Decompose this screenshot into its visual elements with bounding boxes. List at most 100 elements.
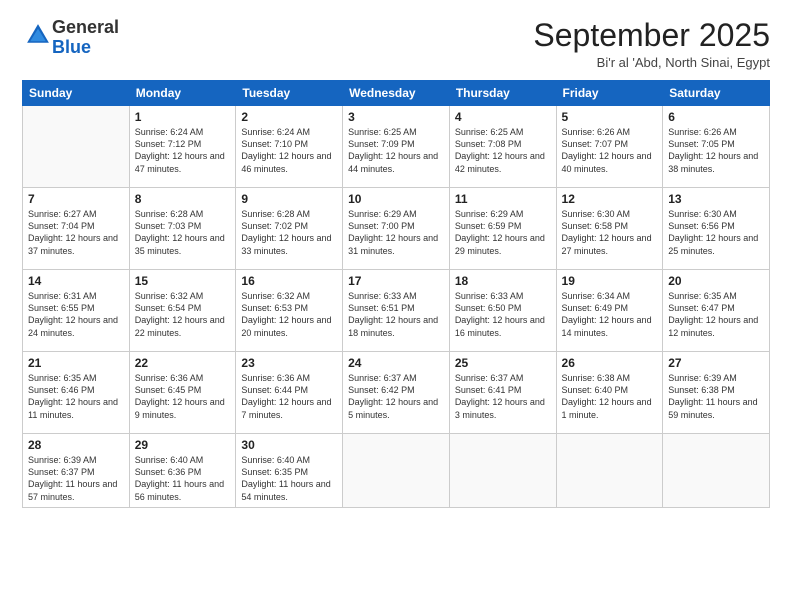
day-info: Sunrise: 6:32 AM Sunset: 6:54 PM Dayligh… <box>135 290 231 339</box>
day-info: Sunrise: 6:26 AM Sunset: 7:07 PM Dayligh… <box>562 126 658 175</box>
day-number: 13 <box>668 192 764 206</box>
table-cell: 23 Sunrise: 6:36 AM Sunset: 6:44 PM Dayli… <box>236 352 343 434</box>
col-saturday: Saturday <box>663 81 770 106</box>
col-tuesday: Tuesday <box>236 81 343 106</box>
day-info: Sunrise: 6:39 AM Sunset: 6:38 PM Dayligh… <box>668 372 764 421</box>
table-row: 14Sunrise: 6:31 AM Sunset: 6:55 PM Dayli… <box>23 270 770 352</box>
day-number: 30 <box>241 438 337 452</box>
day-info: Sunrise: 6:30 AM Sunset: 6:56 PM Dayligh… <box>668 208 764 257</box>
day-info: Sunrise: 6:32 AM Sunset: 6:53 PM Dayligh… <box>241 290 337 339</box>
day-info: Sunrise: 6:35 AM Sunset: 6:46 PM Dayligh… <box>28 372 124 421</box>
day-number: 7 <box>28 192 124 206</box>
table-cell: 22 Sunrise: 6:36 AM Sunset: 6:45 PM Dayli… <box>129 352 236 434</box>
day-info: Sunrise: 6:24 AM Sunset: 7:12 PM Dayligh… <box>135 126 231 175</box>
table-cell: 3Sunrise: 6:25 AM Sunset: 7:09 PM Daylig… <box>343 106 450 188</box>
day-number: 5 <box>562 110 658 124</box>
table-cell: 1 Sunrise: 6:24 AM Sunset: 7:12 PM Daylig… <box>129 106 236 188</box>
table-cell: 21 Sunrise: 6:35 AM Sunset: 6:46 PM Dayli… <box>23 352 130 434</box>
table-cell: 2Sunrise: 6:24 AM Sunset: 7:10 PM Daylig… <box>236 106 343 188</box>
col-monday: Monday <box>129 81 236 106</box>
day-info: Sunrise: 6:33 AM Sunset: 6:50 PM Dayligh… <box>455 290 551 339</box>
table-cell <box>343 434 450 508</box>
day-number: 16 <box>241 274 337 288</box>
day-number: 8 <box>135 192 231 206</box>
table-cell: 25 Sunrise: 6:37 AM Sunset: 6:41 PM Dayli… <box>449 352 556 434</box>
day-info: Sunrise: 6:28 AM Sunset: 7:03 PM Dayligh… <box>135 208 231 257</box>
table-cell: 6Sunrise: 6:26 AM Sunset: 7:05 PM Daylig… <box>663 106 770 188</box>
day-number: 23 <box>241 356 337 370</box>
table-cell <box>23 106 130 188</box>
logo-blue-text: Blue <box>52 37 91 57</box>
day-number: 26 <box>562 356 658 370</box>
table-cell: 11 Sunrise: 6:29 AM Sunset: 6:59 PM Dayli… <box>449 188 556 270</box>
table-cell: 29Sunrise: 6:40 AM Sunset: 6:36 PM Dayli… <box>129 434 236 508</box>
table-cell: 30 Sunrise: 6:40 AM Sunset: 6:35 PM Dayli… <box>236 434 343 508</box>
day-info: Sunrise: 6:34 AM Sunset: 6:49 PM Dayligh… <box>562 290 658 339</box>
day-number: 11 <box>455 192 551 206</box>
day-info: Sunrise: 6:38 AM Sunset: 6:40 PM Dayligh… <box>562 372 658 421</box>
day-info: Sunrise: 6:30 AM Sunset: 6:58 PM Dayligh… <box>562 208 658 257</box>
day-number: 20 <box>668 274 764 288</box>
table-row: 21 Sunrise: 6:35 AM Sunset: 6:46 PM Dayli… <box>23 352 770 434</box>
day-info: Sunrise: 6:40 AM Sunset: 6:35 PM Dayligh… <box>241 454 337 503</box>
day-info: Sunrise: 6:27 AM Sunset: 7:04 PM Dayligh… <box>28 208 124 257</box>
table-cell: 26 Sunrise: 6:38 AM Sunset: 6:40 PM Dayli… <box>556 352 663 434</box>
table-cell: 12 Sunrise: 6:30 AM Sunset: 6:58 PM Dayli… <box>556 188 663 270</box>
table-cell: 17Sunrise: 6:33 AM Sunset: 6:51 PM Dayli… <box>343 270 450 352</box>
day-info: Sunrise: 6:35 AM Sunset: 6:47 PM Dayligh… <box>668 290 764 339</box>
title-block: September 2025 Bi'r al 'Abd, North Sinai… <box>533 18 770 70</box>
calendar-page: General Blue September 2025 Bi'r al 'Abd… <box>0 0 792 612</box>
table-cell: 27Sunrise: 6:39 AM Sunset: 6:38 PM Dayli… <box>663 352 770 434</box>
logo: General Blue <box>22 18 119 58</box>
table-cell: 14Sunrise: 6:31 AM Sunset: 6:55 PM Dayli… <box>23 270 130 352</box>
day-info: Sunrise: 6:28 AM Sunset: 7:02 PM Dayligh… <box>241 208 337 257</box>
table-cell: 4 Sunrise: 6:25 AM Sunset: 7:08 PM Daylig… <box>449 106 556 188</box>
day-number: 22 <box>135 356 231 370</box>
day-info: Sunrise: 6:24 AM Sunset: 7:10 PM Dayligh… <box>241 126 337 175</box>
day-number: 15 <box>135 274 231 288</box>
table-cell <box>556 434 663 508</box>
day-info: Sunrise: 6:29 AM Sunset: 7:00 PM Dayligh… <box>348 208 444 257</box>
table-cell: 13 Sunrise: 6:30 AM Sunset: 6:56 PM Dayli… <box>663 188 770 270</box>
day-number: 29 <box>135 438 231 452</box>
table-cell: 10 Sunrise: 6:29 AM Sunset: 7:00 PM Dayli… <box>343 188 450 270</box>
day-number: 12 <box>562 192 658 206</box>
table-cell: 28Sunrise: 6:39 AM Sunset: 6:37 PM Dayli… <box>23 434 130 508</box>
table-row: 7 Sunrise: 6:27 AM Sunset: 7:04 PM Daylig… <box>23 188 770 270</box>
table-cell: 7 Sunrise: 6:27 AM Sunset: 7:04 PM Daylig… <box>23 188 130 270</box>
col-wednesday: Wednesday <box>343 81 450 106</box>
logo-icon <box>24 21 52 49</box>
month-title: September 2025 <box>533 18 770 53</box>
header-row: Sunday Monday Tuesday Wednesday Thursday… <box>23 81 770 106</box>
day-number: 18 <box>455 274 551 288</box>
day-info: Sunrise: 6:36 AM Sunset: 6:44 PM Dayligh… <box>241 372 337 421</box>
day-info: Sunrise: 6:26 AM Sunset: 7:05 PM Dayligh… <box>668 126 764 175</box>
day-number: 9 <box>241 192 337 206</box>
day-number: 1 <box>135 110 231 124</box>
day-number: 3 <box>348 110 444 124</box>
table-cell: 9 Sunrise: 6:28 AM Sunset: 7:02 PM Daylig… <box>236 188 343 270</box>
day-info: Sunrise: 6:25 AM Sunset: 7:08 PM Dayligh… <box>455 126 551 175</box>
table-cell: 15 Sunrise: 6:32 AM Sunset: 6:54 PM Dayli… <box>129 270 236 352</box>
calendar-table: Sunday Monday Tuesday Wednesday Thursday… <box>22 80 770 508</box>
day-number: 14 <box>28 274 124 288</box>
day-number: 25 <box>455 356 551 370</box>
col-thursday: Thursday <box>449 81 556 106</box>
table-cell: 20 Sunrise: 6:35 AM Sunset: 6:47 PM Dayli… <box>663 270 770 352</box>
day-info: Sunrise: 6:39 AM Sunset: 6:37 PM Dayligh… <box>28 454 124 503</box>
day-info: Sunrise: 6:29 AM Sunset: 6:59 PM Dayligh… <box>455 208 551 257</box>
table-row: 1 Sunrise: 6:24 AM Sunset: 7:12 PM Daylig… <box>23 106 770 188</box>
table-cell: 16 Sunrise: 6:32 AM Sunset: 6:53 PM Dayli… <box>236 270 343 352</box>
day-info: Sunrise: 6:37 AM Sunset: 6:42 PM Dayligh… <box>348 372 444 421</box>
logo-general-text: General <box>52 17 119 37</box>
day-number: 21 <box>28 356 124 370</box>
table-cell: 8 Sunrise: 6:28 AM Sunset: 7:03 PM Daylig… <box>129 188 236 270</box>
day-number: 10 <box>348 192 444 206</box>
day-info: Sunrise: 6:33 AM Sunset: 6:51 PM Dayligh… <box>348 290 444 339</box>
header: General Blue September 2025 Bi'r al 'Abd… <box>22 18 770 70</box>
table-cell <box>663 434 770 508</box>
day-info: Sunrise: 6:36 AM Sunset: 6:45 PM Dayligh… <box>135 372 231 421</box>
day-number: 4 <box>455 110 551 124</box>
day-info: Sunrise: 6:37 AM Sunset: 6:41 PM Dayligh… <box>455 372 551 421</box>
table-cell: 24Sunrise: 6:37 AM Sunset: 6:42 PM Dayli… <box>343 352 450 434</box>
